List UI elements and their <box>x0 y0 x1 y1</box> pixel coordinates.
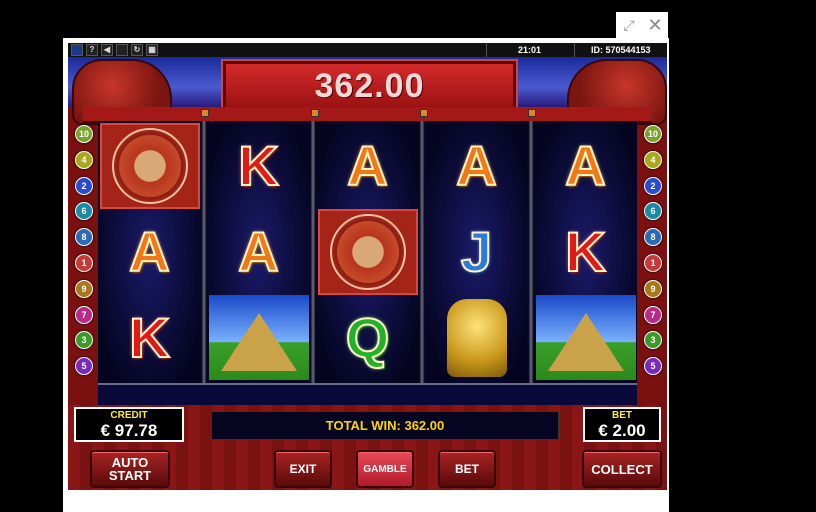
payline-badge-left-5: 5 <box>75 357 93 376</box>
aztec-calendar-symbol <box>98 122 201 209</box>
payline-badge-right-2: 2 <box>644 176 662 195</box>
win-display: 362.00 <box>223 61 516 111</box>
credit-display: CREDIT € 97.78 <box>74 407 184 442</box>
reel-divider <box>529 121 533 383</box>
payline-badge-left-10: 10 <box>75 125 93 143</box>
reel-5: AK <box>534 121 637 383</box>
payline-badge-left-9: 9 <box>75 279 93 298</box>
collect-button[interactable]: COLLECT <box>582 450 662 488</box>
reels-area: AKKAAQAJAK <box>98 121 637 383</box>
screen-icon[interactable] <box>116 44 128 56</box>
flag-icon[interactable] <box>71 44 83 56</box>
gamble-button[interactable]: GAMBLE <box>356 450 414 488</box>
reel-1: AK <box>98 121 201 383</box>
payline-badge-left-3: 3 <box>75 331 93 350</box>
golden-idol-symbol <box>425 295 528 380</box>
close-icon[interactable]: ✕ <box>642 12 668 38</box>
reel-4: AJ <box>425 121 528 383</box>
credit-value: € 97.78 <box>100 421 158 440</box>
credit-label: CREDIT <box>110 410 148 421</box>
payline-badge-left-6: 6 <box>75 202 93 221</box>
card-symbol-k: K <box>237 133 279 197</box>
auto-start-label-2: START <box>108 468 152 483</box>
card-symbol-a: A <box>346 133 388 197</box>
payline-badge-left-4: 4 <box>75 150 93 169</box>
help-icon[interactable]: ? <box>86 44 98 56</box>
reel-2: KA <box>207 121 310 383</box>
card-symbol-a: A <box>237 219 279 283</box>
reel-divider <box>420 121 424 383</box>
card-symbol-k: K <box>128 305 170 369</box>
payline-badge-right-1: 1 <box>644 254 662 272</box>
info-icon[interactable]: ▦ <box>146 44 158 56</box>
auto-start-button[interactable]: AUTO START <box>90 450 170 488</box>
bolt <box>201 109 209 117</box>
bolt <box>420 109 428 117</box>
aztec-calendar-symbol <box>316 208 419 295</box>
payline-badge-right-4: 4 <box>644 150 662 169</box>
payline-badge-right-7: 7 <box>644 305 662 324</box>
clock: 21:01 <box>518 45 542 55</box>
reel-divider <box>202 121 206 383</box>
maximize-icon[interactable]: ⤢ <box>616 12 642 38</box>
payline-badge-right-8: 8 <box>644 228 662 247</box>
reload-icon[interactable]: ↻ <box>131 44 143 56</box>
session-id: ID: 570544153 <box>591 45 651 55</box>
payline-badge-right-9: 9 <box>644 279 662 298</box>
bet-button[interactable]: BET <box>438 450 496 488</box>
top-status-bar: ? ◀ ↻ ▦ 21:01 ID: 570544153 <box>68 43 667 57</box>
card-symbol-a: A <box>564 133 606 197</box>
reel-3: AQ <box>316 121 419 383</box>
payline-badge-left-8: 8 <box>75 228 93 247</box>
bolt <box>311 109 319 117</box>
info-strip <box>98 383 637 405</box>
card-symbol-j: J <box>460 219 493 283</box>
card-symbol-k: K <box>564 219 606 283</box>
payline-badge-left-7: 7 <box>75 305 93 324</box>
payline-badge-right-3: 3 <box>644 331 662 350</box>
payline-badge-right-10: 10 <box>644 125 662 143</box>
card-symbol-q: Q <box>345 305 391 369</box>
card-symbol-a: A <box>128 219 170 283</box>
exit-button[interactable]: EXIT <box>274 450 332 488</box>
bet-label: BET <box>612 410 632 421</box>
bet-display: BET € 2.00 <box>583 407 661 442</box>
payline-badge-right-6: 6 <box>644 202 662 221</box>
reel-divider <box>311 121 315 383</box>
slot-game: ? ◀ ↻ ▦ 21:01 ID: 570544153 362.00 AKKAA… <box>68 43 667 490</box>
payline-badge-left-1: 1 <box>75 254 93 272</box>
total-win: TOTAL WIN: 362.00 <box>211 411 559 440</box>
pyramid-symbol <box>207 295 310 380</box>
payline-badge-right-5: 5 <box>644 357 662 376</box>
card-symbol-a: A <box>455 133 497 197</box>
sound-icon[interactable]: ◀ <box>101 44 113 56</box>
win-amount: 362.00 <box>314 66 425 105</box>
pyramid-symbol <box>534 295 637 380</box>
payline-badge-left-2: 2 <box>75 176 93 195</box>
bolt <box>528 109 536 117</box>
bet-value: € 2.00 <box>598 421 646 440</box>
